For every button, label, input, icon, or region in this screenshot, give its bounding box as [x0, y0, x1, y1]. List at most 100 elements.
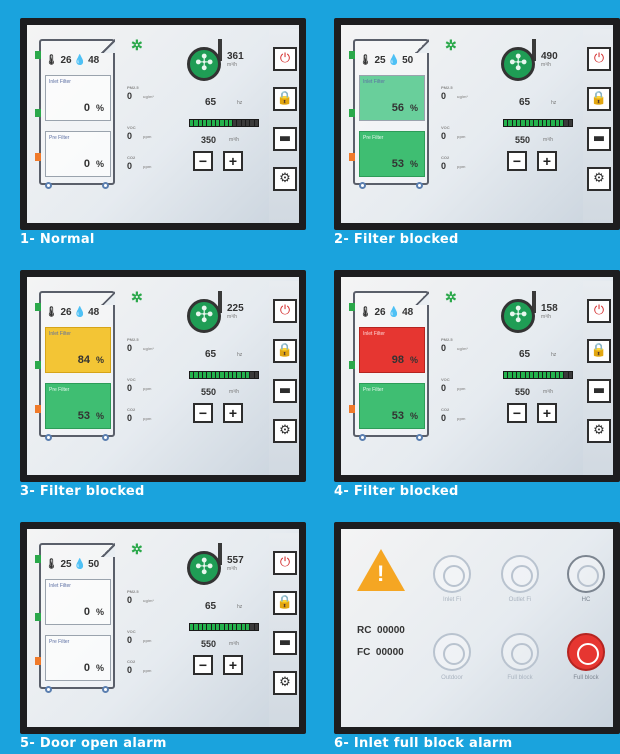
inlet-filter-box[interactable]: Inlet Filter 56%: [359, 75, 425, 121]
level-segment: [237, 372, 241, 378]
alarm-status-icon[interactable]: [501, 633, 539, 671]
fan-speed-value: 490: [541, 51, 558, 62]
co2-unit: ppm: [143, 164, 152, 169]
fan-speed-value: 158: [541, 303, 558, 314]
panel-3: 🌡 26 💧 48 Inlet Filter 84% Pre Filter 53% …: [20, 270, 306, 499]
pre-filter-unit: %: [409, 411, 418, 421]
pre-filter-box[interactable]: Pre Filter 53%: [359, 131, 425, 177]
gear-icon[interactable]: ⚙: [273, 167, 297, 191]
lock-icon[interactable]: 🔒: [587, 339, 611, 363]
pre-filter-label: Pre Filter: [49, 135, 70, 141]
inlet-filter-box[interactable]: Inlet Filter 0%: [45, 579, 111, 625]
increase-button[interactable]: +: [223, 151, 243, 171]
inlet-filter-box[interactable]: Inlet Filter 0%: [45, 75, 111, 121]
level-segment: [547, 372, 551, 378]
fan-speed: 158 m³/h: [541, 303, 558, 320]
decrease-button[interactable]: −: [193, 655, 213, 675]
lock-icon[interactable]: 🔒: [273, 591, 297, 615]
decrease-button[interactable]: −: [193, 403, 213, 423]
level-segment: [521, 372, 525, 378]
display-area: 🌡 26 💧 48 Inlet Filter 0% Pre Filter 0% ✲: [27, 25, 299, 223]
alarm-status-icon[interactable]: [567, 633, 605, 671]
fan-icon[interactable]: [187, 47, 221, 81]
level-segment: [568, 120, 572, 126]
status-tag: [35, 405, 41, 413]
level-segment: [233, 120, 237, 126]
level-segment: [207, 120, 211, 126]
panel-caption: 5- Door open alarm: [20, 736, 167, 751]
inlet-filter-unit: %: [409, 103, 418, 113]
gear-icon[interactable]: ⚙: [587, 419, 611, 443]
increase-button[interactable]: +: [537, 403, 557, 423]
fan-icon[interactable]: [501, 299, 535, 333]
pre-filter-box[interactable]: Pre Filter 53%: [45, 383, 111, 429]
fc-label: FC: [357, 647, 371, 658]
gear-icon[interactable]: ⚙: [273, 671, 297, 695]
power-icon[interactable]: ⏻: [273, 299, 297, 323]
increase-button[interactable]: +: [223, 655, 243, 675]
level-segment: [220, 624, 224, 630]
inlet-filter-box[interactable]: Inlet Filter 98%: [359, 327, 425, 373]
voc-label: VOC: [441, 125, 450, 130]
gear-icon[interactable]: ⚙: [587, 167, 611, 191]
humidity-icon: 💧: [73, 307, 87, 318]
level-segment: [228, 120, 233, 126]
level-segment: [220, 120, 224, 126]
frequency-unit: hz: [237, 604, 243, 610]
humidity-icon: 💧: [387, 55, 401, 66]
pre-filter-reading: 0%: [84, 158, 104, 170]
gear-icon[interactable]: ⚙: [273, 419, 297, 443]
inlet-filter-reading: 0%: [84, 102, 104, 114]
cabinet: 🌡 26 💧 48 Inlet Filter 84% Pre Filter 53%: [35, 291, 115, 441]
increase-button[interactable]: +: [537, 151, 557, 171]
wheel-icon: [102, 182, 109, 189]
pre-filter-box[interactable]: Pre Filter 0%: [45, 635, 111, 681]
increase-button[interactable]: +: [223, 403, 243, 423]
level-segment: [228, 372, 233, 378]
alarm-status-icon[interactable]: [433, 555, 471, 593]
co2-value: 0: [127, 161, 133, 171]
lock-icon[interactable]: 🔒: [587, 87, 611, 111]
indoor-temp: 25: [374, 55, 386, 66]
exclamation-icon: !: [377, 561, 385, 586]
filter-icon[interactable]: ▬: [273, 379, 297, 403]
power-icon[interactable]: ⏻: [587, 299, 611, 323]
wheel-icon: [45, 686, 52, 693]
fan-icon[interactable]: [187, 299, 221, 333]
level-segment: [224, 624, 228, 630]
level-segment: [202, 624, 207, 630]
inlet-filter-box[interactable]: Inlet Filter 84%: [45, 327, 111, 373]
level-segment: [198, 120, 202, 126]
fan-icon[interactable]: [187, 551, 221, 585]
setpoint-unit: m³/h: [229, 641, 239, 647]
decrease-button[interactable]: −: [507, 151, 527, 171]
level-segment: [529, 372, 534, 378]
pre-filter-box[interactable]: Pre Filter 0%: [45, 131, 111, 177]
level-segment: [194, 120, 198, 126]
lock-icon[interactable]: 🔒: [273, 339, 297, 363]
voc-unit: ppm: [457, 134, 466, 139]
power-icon[interactable]: ⏻: [587, 47, 611, 71]
co2-value: 0: [441, 161, 447, 171]
alarm-status-icon[interactable]: [433, 633, 471, 671]
power-icon[interactable]: ⏻: [273, 551, 297, 575]
filter-icon[interactable]: ▬: [587, 379, 611, 403]
alarm-status-icon[interactable]: [501, 555, 539, 593]
decrease-button[interactable]: −: [507, 403, 527, 423]
filter-icon[interactable]: ▬: [273, 631, 297, 655]
lock-icon[interactable]: 🔒: [273, 87, 297, 111]
filter-icon[interactable]: ▬: [587, 127, 611, 151]
pre-filter-label: Pre Filter: [49, 639, 70, 645]
plant-icon: ✲: [131, 37, 143, 53]
decrease-button[interactable]: −: [193, 151, 213, 171]
alarm-status-icon[interactable]: [567, 555, 605, 593]
level-segment: [516, 372, 521, 378]
frequency-value: 65: [205, 601, 217, 612]
panel-2: 🌡 25 💧 50 Inlet Filter 56% Pre Filter 53% …: [334, 18, 620, 247]
power-icon[interactable]: ⏻: [273, 47, 297, 71]
fan-icon[interactable]: [501, 47, 535, 81]
frequency-reading: 65 hz: [519, 349, 556, 360]
filter-icon[interactable]: ▬: [273, 127, 297, 151]
fan-speed: 557 m³/h: [227, 555, 244, 572]
pre-filter-box[interactable]: Pre Filter 53%: [359, 383, 425, 429]
